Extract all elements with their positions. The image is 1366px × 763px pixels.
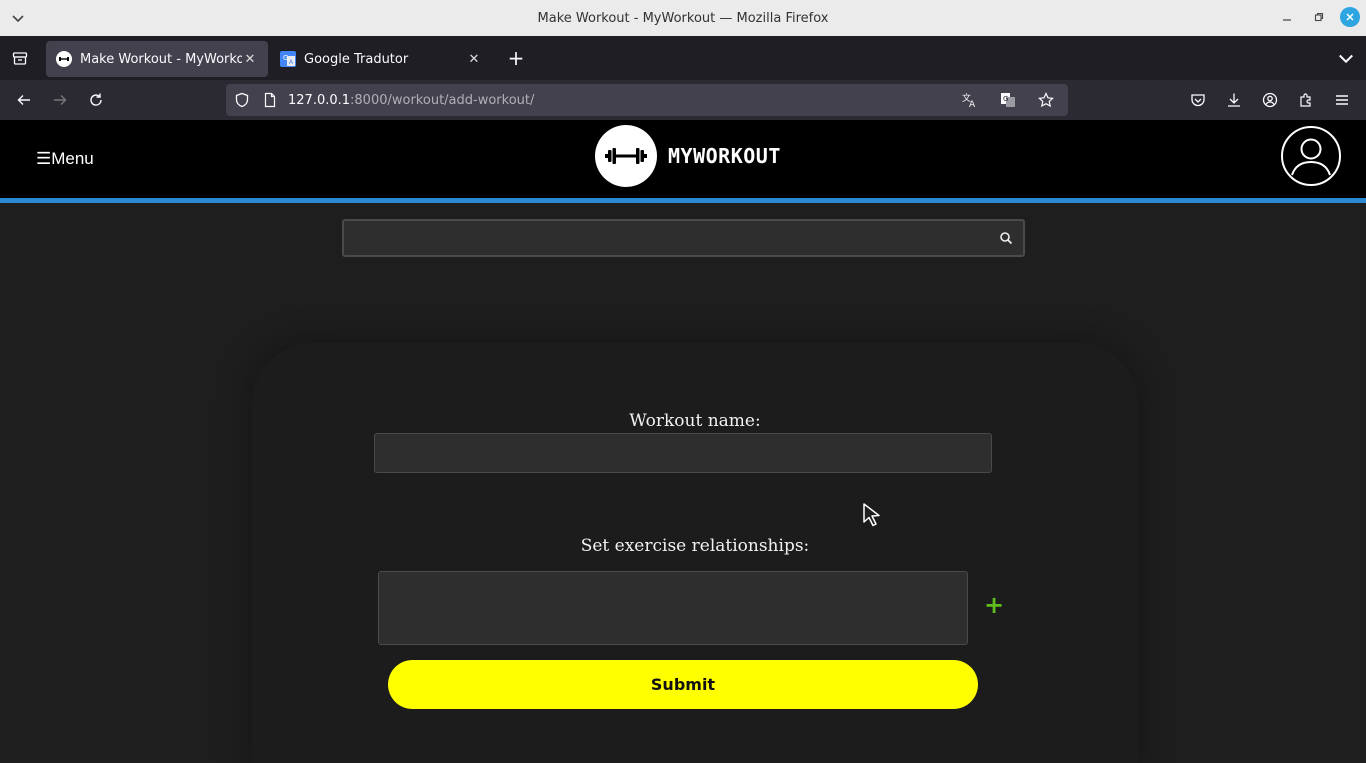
extensions-icon[interactable] <box>1290 84 1322 116</box>
downloads-icon[interactable] <box>1218 84 1250 116</box>
logo-text: MYWORKOUT <box>668 144 781 168</box>
chevron-down-icon[interactable] <box>10 10 26 26</box>
myworkout-icon <box>56 51 72 67</box>
url-text: 127.0.0.1:8000/workout/add-workout/ <box>288 93 534 108</box>
firefox-view-icon[interactable] <box>0 36 40 80</box>
shield-icon[interactable] <box>234 92 250 108</box>
mouse-cursor-icon <box>863 503 880 527</box>
dumbbell-icon <box>595 125 657 187</box>
submit-button[interactable]: Submit <box>388 660 978 709</box>
menu-button[interactable]: ☰Menu <box>36 149 94 169</box>
account-icon[interactable] <box>1254 84 1286 116</box>
exercise-relationships-label: Set exercise relationships: <box>580 536 810 556</box>
page-icon[interactable] <box>262 92 278 108</box>
google-translate-extension-icon[interactable]: G <box>992 88 1024 112</box>
menu-label: ☰Menu <box>36 149 94 168</box>
site-logo[interactable]: MYWORKOUT <box>595 125 781 187</box>
url-host: 127.0.0.1 <box>288 92 351 108</box>
svg-text:G: G <box>283 54 288 62</box>
window-title: Make Workout - MyWorkout — Mozilla Firef… <box>537 10 829 26</box>
list-all-tabs-icon[interactable] <box>1336 48 1356 68</box>
translate-page-icon[interactable]: 文A <box>954 88 986 112</box>
tab-google-tradutor[interactable]: GA Google Tradutor ✕ <box>270 41 492 77</box>
svg-text:G: G <box>1003 95 1008 103</box>
window-controls <box>1276 6 1360 28</box>
pocket-icon[interactable] <box>1182 84 1214 116</box>
minimize-icon[interactable] <box>1276 6 1298 28</box>
tab-strip: Make Workout - MyWorkout ✕ GA Google Tra… <box>0 36 1366 80</box>
navigation-toolbar: 127.0.0.1:8000/workout/add-workout/ 文A G <box>0 80 1366 120</box>
forward-icon[interactable] <box>42 84 78 116</box>
app-menu-icon[interactable] <box>1326 84 1358 116</box>
svg-text:A: A <box>969 100 976 108</box>
tab-label: Google Tradutor <box>304 51 409 67</box>
restore-icon[interactable] <box>1308 6 1330 28</box>
search-input[interactable] <box>344 221 1023 255</box>
window-titlebar: Make Workout - MyWorkout — Mozilla Firef… <box>0 0 1366 36</box>
site-search <box>342 219 1025 257</box>
user-avatar-icon <box>1291 138 1331 176</box>
exercise-relationships-select[interactable] <box>378 571 968 645</box>
site-header: ☰Menu MYWORKOUT <box>0 120 1366 198</box>
tab-label: Make Workout - MyWorkout <box>80 51 242 67</box>
workout-name-label: Workout name: <box>629 411 761 431</box>
close-tab-icon[interactable]: ✕ <box>466 52 482 67</box>
url-bar[interactable]: 127.0.0.1:8000/workout/add-workout/ 文A G <box>226 84 1068 116</box>
tab-make-workout[interactable]: Make Workout - MyWorkout ✕ <box>46 41 268 77</box>
workout-name-field <box>374 433 992 473</box>
profile-button[interactable] <box>1281 126 1341 186</box>
add-relationship-button[interactable]: + <box>984 593 1004 617</box>
google-translate-icon: GA <box>280 51 296 67</box>
back-icon[interactable] <box>6 84 42 116</box>
header-accent-bar <box>0 198 1366 203</box>
toolbar-actions <box>1182 84 1358 116</box>
close-window-icon[interactable] <box>1340 7 1360 27</box>
url-path: :8000/workout/add-workout/ <box>350 92 535 108</box>
new-tab-button[interactable]: + <box>500 42 532 74</box>
search-icon[interactable] <box>999 231 1013 245</box>
bookmark-star-icon[interactable] <box>1030 88 1062 112</box>
close-tab-icon[interactable]: ✕ <box>242 52 258 67</box>
url-bar-actions: 文A G <box>954 88 1062 112</box>
workout-name-input[interactable] <box>375 434 991 472</box>
reload-icon[interactable] <box>78 84 114 116</box>
